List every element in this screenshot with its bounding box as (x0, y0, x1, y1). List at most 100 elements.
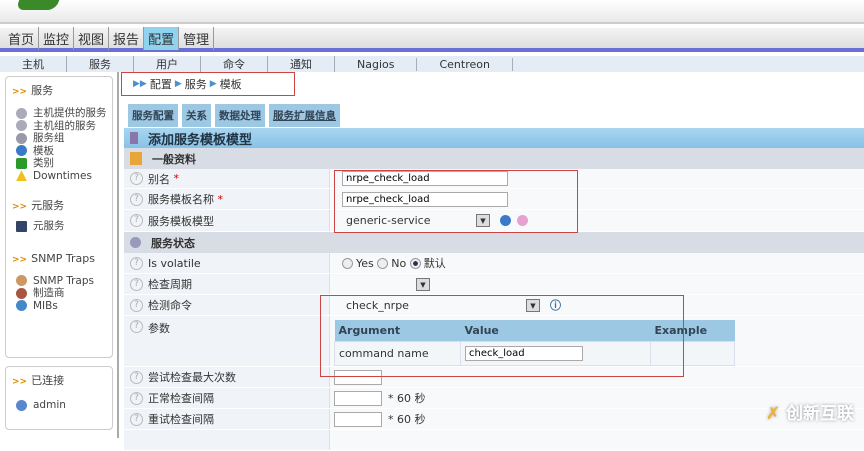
label: 正常检查间隔 (148, 392, 214, 405)
help-icon[interactable]: ? (130, 370, 143, 384)
warning-icon (16, 170, 27, 182)
label: 别名 (148, 172, 170, 186)
watermark: ✗ 创新互联 (765, 404, 854, 424)
label: Yes (356, 256, 374, 270)
funnel-icon (16, 275, 27, 287)
help-icon[interactable]: ? (130, 391, 143, 405)
heading-text: 服务 (31, 84, 54, 97)
user-admin[interactable]: admin (16, 399, 112, 412)
submenu-hosts[interactable]: 主机 (0, 56, 67, 72)
sidebar-item-snmp-traps[interactable]: SNMP Traps (16, 275, 112, 288)
sidebar-item-host-services[interactable]: 主机提供的服务 (16, 107, 112, 120)
sidebar-item-manufacturers[interactable]: 制造商 (16, 287, 112, 300)
connected-heading: >> 已连接 (12, 374, 65, 387)
retry-interval-input[interactable] (334, 411, 382, 427)
help-icon[interactable]: ? (130, 192, 143, 206)
heading-text: SNMP Traps (31, 251, 96, 265)
radio-default[interactable] (409, 257, 421, 269)
label: 检测命令 (148, 299, 192, 312)
user-icon (16, 399, 27, 411)
sub-menu: 主机 服务 用户 命令 通知 Nagios Centreon (0, 56, 864, 72)
submenu-centreon[interactable]: Centreon (417, 57, 513, 71)
arrow-icon: ▶ (174, 79, 182, 89)
submenu-notifications[interactable]: 通知 (268, 56, 335, 72)
normal-interval-input[interactable] (334, 390, 382, 406)
sidebar-item-hostgroup-services[interactable]: 主机组的服务 (16, 120, 112, 133)
radio-no[interactable] (377, 257, 389, 269)
gear-icon (16, 107, 27, 119)
title-text: 添加服务模板模型 (148, 132, 253, 148)
crumb-services[interactable]: 服务 (185, 76, 207, 92)
sidebar-item-mibs[interactable]: MIBs (16, 300, 112, 313)
crumb-templates[interactable]: 模板 (220, 76, 242, 92)
dropdown-arrow-icon[interactable]: ▼ (416, 277, 430, 291)
label: 类别 (33, 157, 54, 169)
submenu-services[interactable]: 服务 (67, 56, 134, 72)
tabs: 服务配置 关系 数据处理 服务扩展信息 (128, 104, 340, 127)
menu-config[interactable]: 配置 (144, 26, 180, 50)
highlight-box (320, 295, 684, 377)
sidebar-item-servicegroups[interactable]: 服务组 (16, 132, 112, 145)
help-icon[interactable]: ? (130, 256, 143, 270)
unit-label: * 60 秒 (388, 413, 426, 426)
sidebar-item-categories[interactable]: 类别 (16, 157, 112, 170)
sidebar-collapse-handle[interactable] (117, 72, 119, 438)
partial-row (124, 430, 864, 451)
help-icon[interactable]: ? (130, 320, 143, 333)
help-icon[interactable]: ? (130, 412, 143, 426)
label: 服务模板名称 (148, 193, 214, 206)
submenu-commands[interactable]: 命令 (201, 56, 268, 72)
help-icon[interactable]: ? (130, 214, 143, 227)
arrow-icon: ▶ (209, 79, 217, 89)
crumb-config[interactable]: 配置 (150, 76, 172, 92)
gears-icon (16, 132, 27, 144)
mib-add-icon (16, 300, 27, 312)
header (0, 0, 864, 24)
sidebar-heading-meta: >> 元服务 (12, 199, 65, 212)
computer-icon (16, 220, 27, 232)
form-title: 添加服务模板模型 (124, 128, 864, 148)
sidebar-item-downtimes[interactable]: Downtimes (16, 170, 112, 183)
label: 参数 (148, 322, 170, 335)
submenu-nagios[interactable]: Nagios (335, 57, 418, 71)
label: Is volatile (148, 256, 201, 270)
tab-service-config[interactable]: 服务配置 (128, 104, 178, 127)
sidebar-item-templates[interactable]: 模板 (16, 145, 112, 158)
section-text: 一般资料 (152, 152, 196, 166)
label: 模板 (33, 144, 54, 157)
tab-extended-info[interactable]: 服务扩展信息 (269, 104, 340, 127)
label: 制造商 (33, 287, 65, 299)
help-icon[interactable]: ? (130, 172, 143, 185)
label: 默认 (423, 257, 446, 270)
label: 尝试检查最大次数 (148, 371, 236, 384)
label: 检查周期 (148, 278, 192, 291)
label: 元服务 (33, 220, 65, 232)
help-icon[interactable]: ? (130, 298, 143, 312)
volatile-row: ? Is volatile Yes No 默认 (124, 253, 864, 274)
label: 服务模板模型 (148, 214, 214, 228)
menu-views[interactable]: 视图 (74, 26, 110, 50)
section-general: 一般资料 (124, 148, 864, 169)
tab-data-processing[interactable]: 数据处理 (215, 104, 265, 127)
menu-home[interactable]: 首页 (4, 26, 40, 50)
label: 主机提供的服务 (33, 107, 107, 119)
menu-monitor[interactable]: 监控 (39, 26, 75, 50)
radio-yes[interactable] (342, 257, 353, 269)
help-icon[interactable]: ? (130, 277, 143, 291)
highlight-box (334, 170, 578, 233)
label: 重试检查间隔 (148, 413, 214, 426)
sidebar-item-meta-services[interactable]: 元服务 (16, 220, 112, 233)
heading-text: 元服务 (31, 199, 65, 212)
section-state: 服务状态 (124, 232, 864, 253)
template-icon (16, 145, 27, 157)
breadcrumb: ▶▶ 配置 ▶ 服务 ▶ 模板 (121, 72, 295, 96)
tab-relations[interactable]: 关系 (182, 104, 211, 127)
submenu-users[interactable]: 用户 (134, 56, 201, 72)
label: MIBs (33, 299, 58, 312)
menu-admin[interactable]: 管理 (179, 26, 215, 50)
sidebar-heading-services: >> 服务 (12, 84, 54, 97)
section-text: 服务状态 (151, 236, 195, 250)
label: 主机组的服务 (33, 119, 96, 132)
gear-icon (130, 237, 141, 248)
menu-reports[interactable]: 报告 (109, 26, 145, 50)
